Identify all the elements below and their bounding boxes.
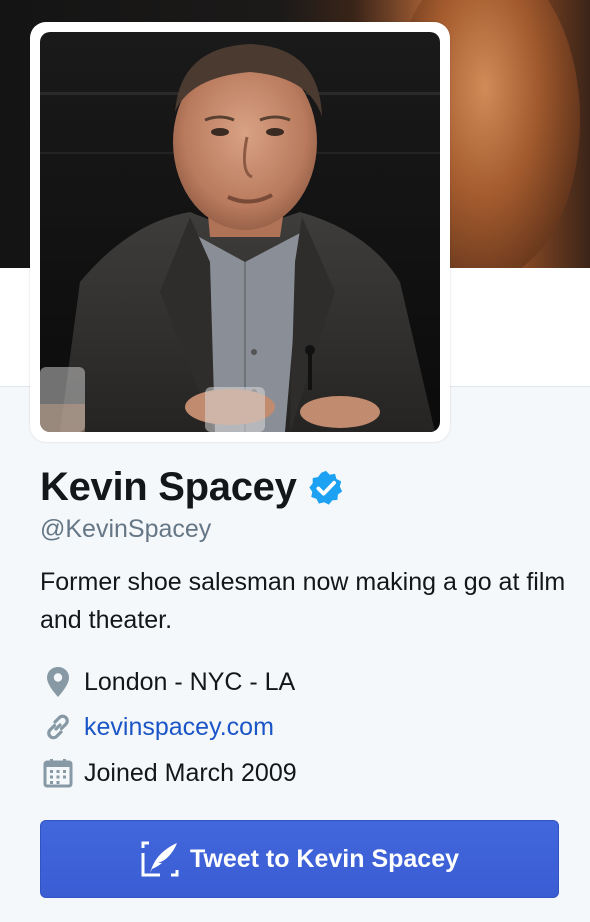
profile-location: London - NYC - LA (84, 667, 296, 696)
profile-handle[interactable]: @KevinSpacey (40, 515, 211, 544)
link-icon (40, 709, 76, 745)
tweet-to-button-label: Tweet to Kevin Spacey (189, 844, 460, 873)
profile-joined-date: Joined March 2009 (84, 758, 297, 787)
profile-name[interactable]: Kevin Spacey (40, 465, 297, 510)
profile-location-row: London - NYC - LA (40, 664, 295, 700)
location-pin-icon (40, 664, 76, 700)
verified-badge-icon (308, 470, 342, 505)
profile-joined-row: Joined March 2009 (40, 755, 297, 791)
tweet-to-user-button[interactable]: Tweet to Kevin Spacey (40, 820, 559, 898)
profile-name-row: Kevin Spacey (40, 465, 345, 510)
profile-url-link[interactable]: kevinspacey.com (84, 713, 274, 742)
profile-url-row: kevinspacey.com (40, 709, 274, 745)
calendar-icon (40, 755, 76, 791)
avatar-photo (40, 32, 440, 432)
profile-bio: Former shoe salesman now making a go at … (40, 568, 566, 634)
profile-avatar[interactable] (30, 22, 450, 442)
compose-quill-icon (141, 841, 179, 877)
profile-page: Kevin Spacey @KevinSpacey Former shoe sa… (0, 0, 590, 922)
